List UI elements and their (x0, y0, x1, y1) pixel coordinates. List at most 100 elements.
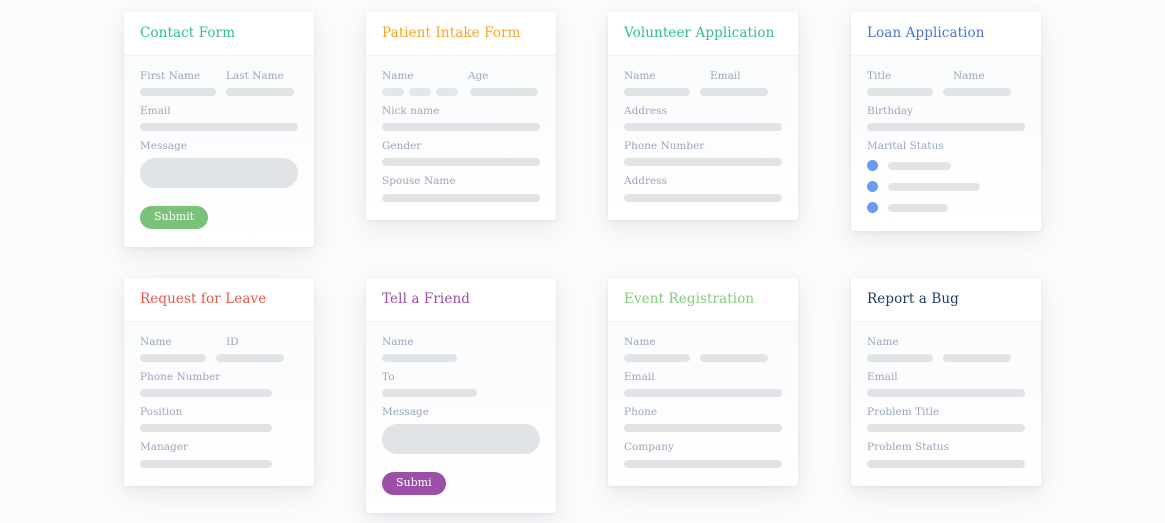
form-field: Position (140, 406, 298, 433)
field-input-bar[interactable] (140, 424, 272, 433)
form-field: Phone (624, 406, 782, 433)
field-input-pill-group[interactable] (382, 88, 458, 97)
field-label-row: Title Name (867, 70, 1025, 83)
radio-dot-icon[interactable] (867, 202, 878, 214)
form-field: Marital Status (867, 140, 1025, 214)
form-card-event-registration: Event Registration Name Email Phone Company (608, 278, 798, 486)
card-body-tell-a-friend: Name To Message Submi (366, 322, 556, 514)
card-title-event-registration: Event Registration (624, 290, 755, 307)
field-label: Message (140, 140, 187, 153)
field-input-bar[interactable] (140, 459, 272, 468)
field-input-pill[interactable] (382, 88, 404, 97)
field-input-row (624, 88, 782, 97)
field-label: Birthday (867, 105, 913, 118)
field-input-bar[interactable] (382, 389, 477, 398)
radio-option-bar[interactable] (888, 161, 951, 170)
field-input-bar[interactable] (624, 459, 782, 468)
field-input-bar[interactable] (382, 193, 540, 202)
radio-dot-icon[interactable] (867, 181, 878, 193)
radio-group (867, 160, 1025, 214)
card-header-contact-form: Contact Form (124, 12, 314, 56)
field-label: Email (867, 371, 898, 384)
field-input-bar[interactable] (470, 88, 538, 97)
field-input-bar[interactable] (867, 354, 933, 363)
field-input-pill[interactable] (409, 88, 431, 97)
field-input-bar[interactable] (943, 354, 1011, 363)
card-body-volunteer-application: Name Email Address Phone Number Address (608, 56, 798, 220)
field-input-bar[interactable] (867, 459, 1025, 468)
field-input-bar[interactable] (624, 123, 782, 132)
field-input-bar[interactable] (943, 88, 1011, 97)
field-textarea[interactable] (140, 158, 298, 189)
form-field: Email (867, 371, 1025, 398)
form-template-gallery: Contact Form First Name Last Name Email Mess… (0, 0, 1165, 523)
radio-option-bar[interactable] (888, 182, 980, 191)
field-input-bar[interactable] (624, 424, 782, 433)
field-input-bar[interactable] (140, 123, 298, 132)
field-input-bar[interactable] (867, 123, 1025, 132)
field-input-bar[interactable] (216, 354, 284, 363)
field-label-row: Name Age (382, 70, 540, 83)
field-label: Name (867, 336, 899, 348)
card-title-tell-a-friend: Tell a Friend (382, 290, 470, 307)
field-input-bar[interactable] (867, 88, 933, 97)
field-input-row (867, 354, 1025, 363)
field-input-bar[interactable] (140, 88, 216, 97)
card-header-patient-intake-form: Patient Intake Form (366, 12, 556, 56)
form-field: Company (624, 441, 782, 468)
field-label-row: Name Email (624, 70, 782, 83)
radio-option-bar[interactable] (888, 203, 948, 212)
field-label: Address (624, 105, 668, 118)
field-input-bar[interactable] (700, 88, 768, 97)
field-input-bar[interactable] (382, 123, 540, 132)
field-textarea[interactable] (382, 424, 540, 455)
field-label: Problem Status (867, 441, 950, 454)
radio-option[interactable] (867, 160, 1025, 172)
radio-dot-icon[interactable] (867, 160, 878, 172)
field-label: Name (953, 70, 985, 82)
submit-button[interactable]: Submit (140, 206, 209, 230)
field-input-bar[interactable] (382, 354, 457, 363)
form-card-request-for-leave: Request for Leave Name ID Phone Number Posit… (124, 278, 314, 486)
form-field: Nick name (382, 105, 540, 132)
form-card-loan-application: Loan Application Title Name Birthday Marital… (851, 12, 1041, 232)
field-input-bar[interactable] (867, 389, 1025, 398)
card-title-report-a-bug: Report a Bug (867, 290, 959, 307)
field-input-bar[interactable] (624, 158, 782, 167)
field-input-bar[interactable] (867, 424, 1025, 433)
form-field: Message (140, 140, 298, 189)
submit-button[interactable]: Submi (382, 472, 446, 496)
form-field: To (382, 371, 540, 398)
form-field: Phone Number (624, 140, 782, 167)
field-input-bar[interactable] (624, 389, 782, 398)
field-label: Marital Status (867, 140, 944, 153)
form-card-patient-intake-form: Patient Intake Form Name Age Nick name Gende… (366, 12, 556, 220)
radio-option[interactable] (867, 181, 1025, 193)
form-field: Name (867, 336, 1025, 363)
field-input-row (140, 88, 298, 97)
field-label: Title (867, 70, 892, 82)
form-field: Gender (382, 140, 540, 167)
form-field: Message (382, 406, 540, 455)
field-label: Manager (140, 441, 188, 454)
field-input-bar[interactable] (226, 88, 294, 97)
field-label: Age (468, 70, 489, 82)
field-input-bar[interactable] (624, 88, 690, 97)
field-input-bar[interactable] (624, 193, 782, 202)
field-input-bar[interactable] (624, 354, 690, 363)
radio-option[interactable] (867, 202, 1025, 214)
card-body-loan-application: Title Name Birthday Marital Status (851, 56, 1041, 232)
form-field: Address (624, 175, 782, 202)
card-header-volunteer-application: Volunteer Application (608, 12, 798, 56)
field-input-bar[interactable] (140, 389, 272, 398)
field-input-bar[interactable] (700, 354, 768, 363)
form-field: Spouse Name (382, 175, 540, 202)
field-input-bar[interactable] (140, 354, 206, 363)
field-label: Phone Number (140, 371, 221, 384)
form-field: Phone Number (140, 371, 298, 398)
field-label: Address (624, 175, 668, 188)
field-input-pill[interactable] (436, 88, 458, 97)
field-input-bar[interactable] (382, 158, 540, 167)
field-input-row (382, 88, 540, 97)
form-card-volunteer-application: Volunteer Application Name Email Address Pho… (608, 12, 798, 220)
